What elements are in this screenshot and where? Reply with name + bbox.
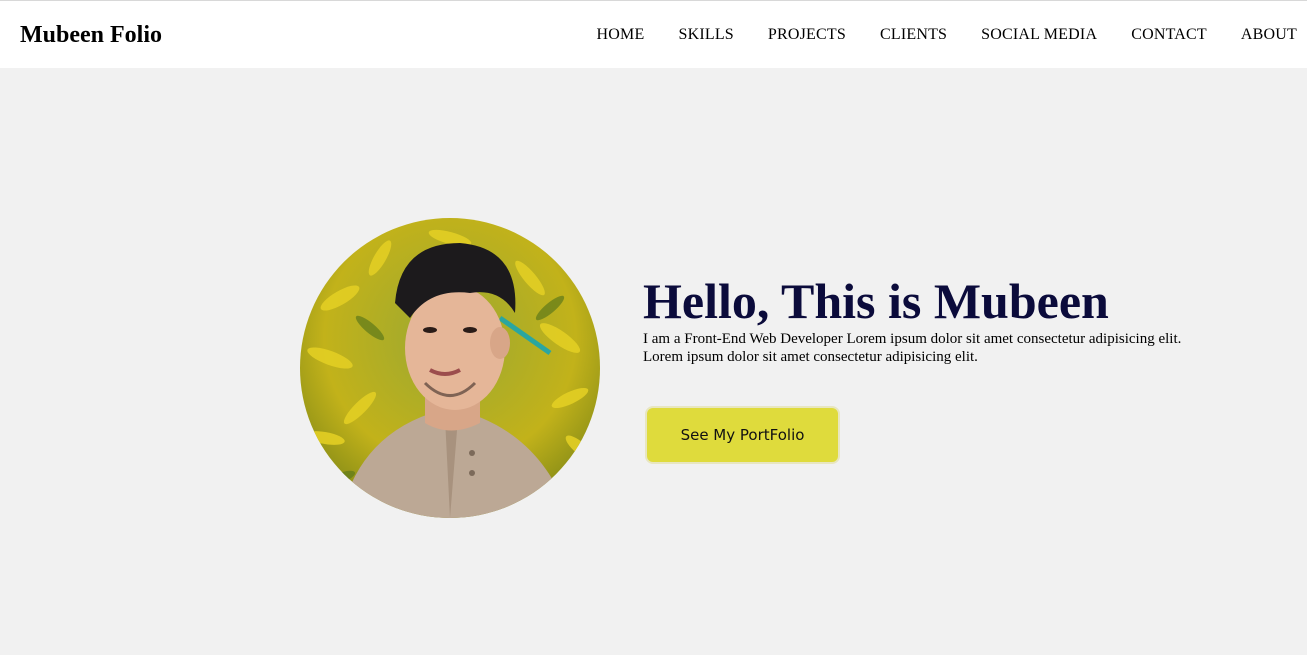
brand-logo-text[interactable]: Mubeen Folio xyxy=(20,21,162,49)
profile-photo xyxy=(300,218,600,518)
hero-intro: I am a Front-End Web Developer Lorem ips… xyxy=(643,330,1243,366)
nav-link-projects[interactable]: PROJECTS xyxy=(768,25,846,45)
hero-headline: Hello, This is Mubeen xyxy=(643,273,1109,329)
nav-link-contact[interactable]: CONTACT xyxy=(1131,25,1207,45)
profile-photo-illustration xyxy=(300,218,600,518)
hero-section: Hello, This is Mubeen I am a Front-End W… xyxy=(0,68,1307,655)
hero-intro-line-1: I am a Front-End Web Developer Lorem ips… xyxy=(643,331,1182,347)
nav-link-clients[interactable]: CLIENTS xyxy=(880,25,947,45)
nav-link-home[interactable]: HOME xyxy=(597,25,645,45)
nav-link-about[interactable]: ABOUT xyxy=(1241,25,1297,45)
top-navbar: Mubeen Folio HOME SKILLS PROJECTS CLIENT… xyxy=(0,0,1307,68)
hero-intro-line-2: Lorem ipsum dolor sit amet consectetur a… xyxy=(643,349,978,365)
see-portfolio-button[interactable]: See My PortFolio xyxy=(645,406,840,464)
nav-link-skills[interactable]: SKILLS xyxy=(678,25,733,45)
nav-link-social-media[interactable]: SOCIAL MEDIA xyxy=(981,25,1097,45)
nav-links: HOME SKILLS PROJECTS CLIENTS SOCIAL MEDI… xyxy=(563,25,1297,45)
